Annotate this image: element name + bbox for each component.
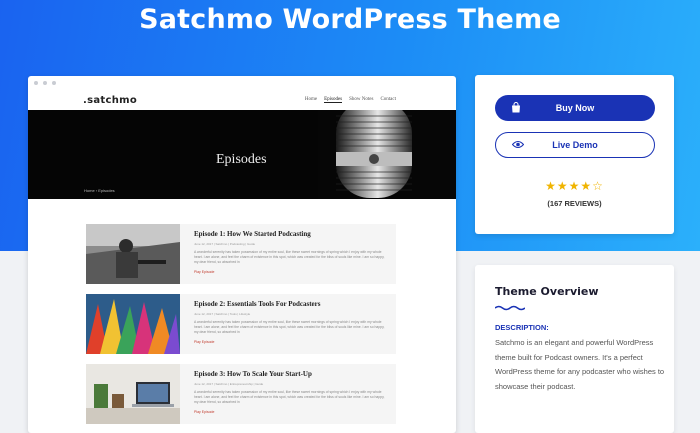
episode-card[interactable]: Episode 2: Essentials Tools For Podcaste… <box>86 294 396 354</box>
site-nav: .satchmo Home Episodes Show Notes Contac… <box>28 90 456 110</box>
play-episode-link[interactable]: Play Episode <box>194 270 388 274</box>
episode-card[interactable]: Episode 1: How We Started Podcasting Jun… <box>86 224 396 284</box>
episode-thumbnail-photo <box>86 294 180 354</box>
nav-episodes: Episodes <box>324 97 343 103</box>
nav-contact: Contact <box>380 97 396 102</box>
window-dot <box>43 81 47 85</box>
shopping-bag-icon <box>512 102 520 113</box>
episode-excerpt: A wonderful serenity has taken possessio… <box>194 250 385 264</box>
browser-bar <box>28 76 456 90</box>
description-text: Satchmo is an elegant and powerful WordP… <box>495 338 665 391</box>
episode-title[interactable]: Episode 2: Essentials Tools For Podcaste… <box>194 300 388 309</box>
episode-thumbnail-photo <box>86 224 180 284</box>
episode-excerpt: A wonderful serenity has taken possessio… <box>194 320 385 334</box>
window-dot <box>34 81 38 85</box>
live-demo-label: Live Demo <box>552 140 598 150</box>
episode-list: Episode 1: How We Started Podcasting Jun… <box>86 224 396 433</box>
breadcrumb: Home › Episodes <box>84 188 115 193</box>
nav-links: Home Episodes Show Notes Contact <box>305 97 396 103</box>
play-episode-link[interactable]: Play Episode <box>194 340 388 344</box>
buy-now-button[interactable]: Buy Now <box>495 95 655 121</box>
wave-divider-icon <box>495 305 525 311</box>
star-outline-icon: ☆ <box>592 179 604 193</box>
episode-title[interactable]: Episode 3: How To Scale Your Start-Up <box>194 370 388 379</box>
theme-overview-card: Theme Overview DESCRIPTION: Satchmo is a… <box>475 265 674 433</box>
buy-now-label: Buy Now <box>555 103 595 113</box>
episode-title[interactable]: Episode 1: How We Started Podcasting <box>194 230 388 239</box>
star-icon: ★ <box>568 179 581 193</box>
nav-show-notes: Show Notes <box>349 97 374 102</box>
star-rating: ★★★★☆ <box>475 179 674 193</box>
episode-thumbnail-photo <box>86 364 180 424</box>
site-logo: .satchmo <box>83 94 138 106</box>
banner-title: Episodes <box>216 152 267 167</box>
eye-icon <box>512 140 524 149</box>
episode-excerpt: A wonderful serenity has taken possessio… <box>194 390 385 404</box>
nav-home: Home <box>304 97 318 102</box>
episode-meta: June 12, 2017 | Satchmo | Podcasting | G… <box>194 242 256 246</box>
star-icon: ★ <box>545 179 557 193</box>
star-icon: ★ <box>580 179 593 193</box>
play-episode-link[interactable]: Play Episode <box>194 410 388 414</box>
page-title: Satchmo WordPress Theme <box>139 4 561 35</box>
review-count: (167 REVIEWS) <box>547 199 602 208</box>
live-demo-button[interactable]: Live Demo <box>495 132 655 158</box>
description-label: DESCRIPTION: <box>495 323 549 332</box>
episode-meta: June 12, 2017 | Satchmo | Tools | Lifest… <box>194 312 251 316</box>
microphone-image <box>318 110 456 199</box>
overview-title: Theme Overview <box>495 285 599 298</box>
theme-preview[interactable]: .satchmo Home Episodes Show Notes Contac… <box>28 76 456 433</box>
window-dot <box>52 81 56 85</box>
star-icon: ★ <box>556 179 569 193</box>
episode-meta: June 12, 2017 | Satchmo | Entrepreneursh… <box>194 382 264 386</box>
episodes-banner: Episodes Home › Episodes <box>28 110 456 199</box>
episode-card[interactable]: Episode 3: How To Scale Your Start-Up Ju… <box>86 364 396 424</box>
purchase-card: Buy Now Live Demo ★★★★☆ (167 REVIEWS) <box>475 75 674 234</box>
